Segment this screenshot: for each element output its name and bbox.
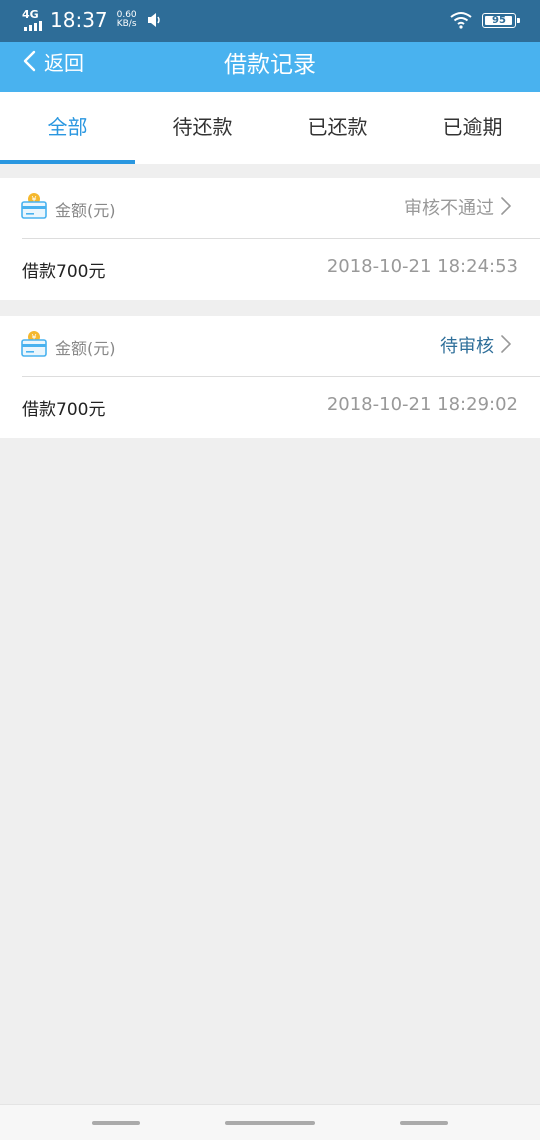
loan-name: 借款700元 xyxy=(22,262,106,282)
record-header: ¥ 金额(元) 待审核 xyxy=(0,316,540,377)
back-gesture-button[interactable] xyxy=(400,1121,448,1125)
tab-overdue[interactable]: 已逾期 xyxy=(405,92,540,164)
volume-icon xyxy=(147,13,160,27)
loan-record-card[interactable]: ¥ 金额(元) 审核不通过 借款700元 2018-10-21 18:24:53 xyxy=(0,178,540,300)
chevron-right-icon xyxy=(501,335,511,353)
speed-unit: KB/s xyxy=(116,19,137,29)
nav-bar: 返回 借款记录 xyxy=(0,42,540,92)
chevron-right-icon xyxy=(501,197,511,215)
loan-record-card[interactable]: ¥ 金额(元) 待审核 借款700元 2018-10-21 18:29:02 xyxy=(0,316,540,438)
record-header: ¥ 金额(元) 审核不通过 xyxy=(0,178,540,239)
filter-tabs: 全部 待还款 已还款 已逾期 xyxy=(0,92,540,164)
signal-icon xyxy=(24,21,42,31)
status-right: 95 xyxy=(450,11,520,29)
tab-all[interactable]: 全部 xyxy=(0,92,135,164)
tab-repaid[interactable]: 已还款 xyxy=(270,92,405,164)
status-bar: 4G 18:37 0.60 KB/s 95 xyxy=(0,0,540,42)
network-type: 4G xyxy=(22,8,39,21)
page-title: 借款记录 xyxy=(224,52,316,78)
system-nav-bar xyxy=(0,1104,540,1140)
wallet-coin-icon: ¥ xyxy=(21,331,47,357)
divider xyxy=(22,238,540,239)
clock: 18:37 xyxy=(50,8,108,32)
recent-apps-button[interactable] xyxy=(92,1121,140,1125)
loan-datetime: 2018-10-21 18:24:53 xyxy=(326,256,518,277)
status-left: 4G 18:37 0.60 KB/s xyxy=(22,9,164,31)
home-button[interactable] xyxy=(225,1121,315,1125)
divider xyxy=(22,376,540,377)
tab-pending-repayment[interactable]: 待还款 xyxy=(135,92,270,164)
network-speed: 0.60 KB/s xyxy=(114,11,140,29)
loan-name: 借款700元 xyxy=(22,400,106,420)
amount-label: 金额(元) xyxy=(55,201,116,220)
amount-label: 金额(元) xyxy=(55,339,116,358)
record-status: 审核不通过 xyxy=(404,198,494,219)
network-indicator: 4G xyxy=(22,9,48,31)
wallet-coin-icon: ¥ xyxy=(21,193,47,219)
record-status: 待审核 xyxy=(440,336,494,357)
battery-level: 95 xyxy=(492,14,506,26)
loan-datetime: 2018-10-21 18:29:02 xyxy=(326,394,518,415)
battery-icon: 95 xyxy=(482,12,520,28)
wifi-icon xyxy=(450,12,472,29)
